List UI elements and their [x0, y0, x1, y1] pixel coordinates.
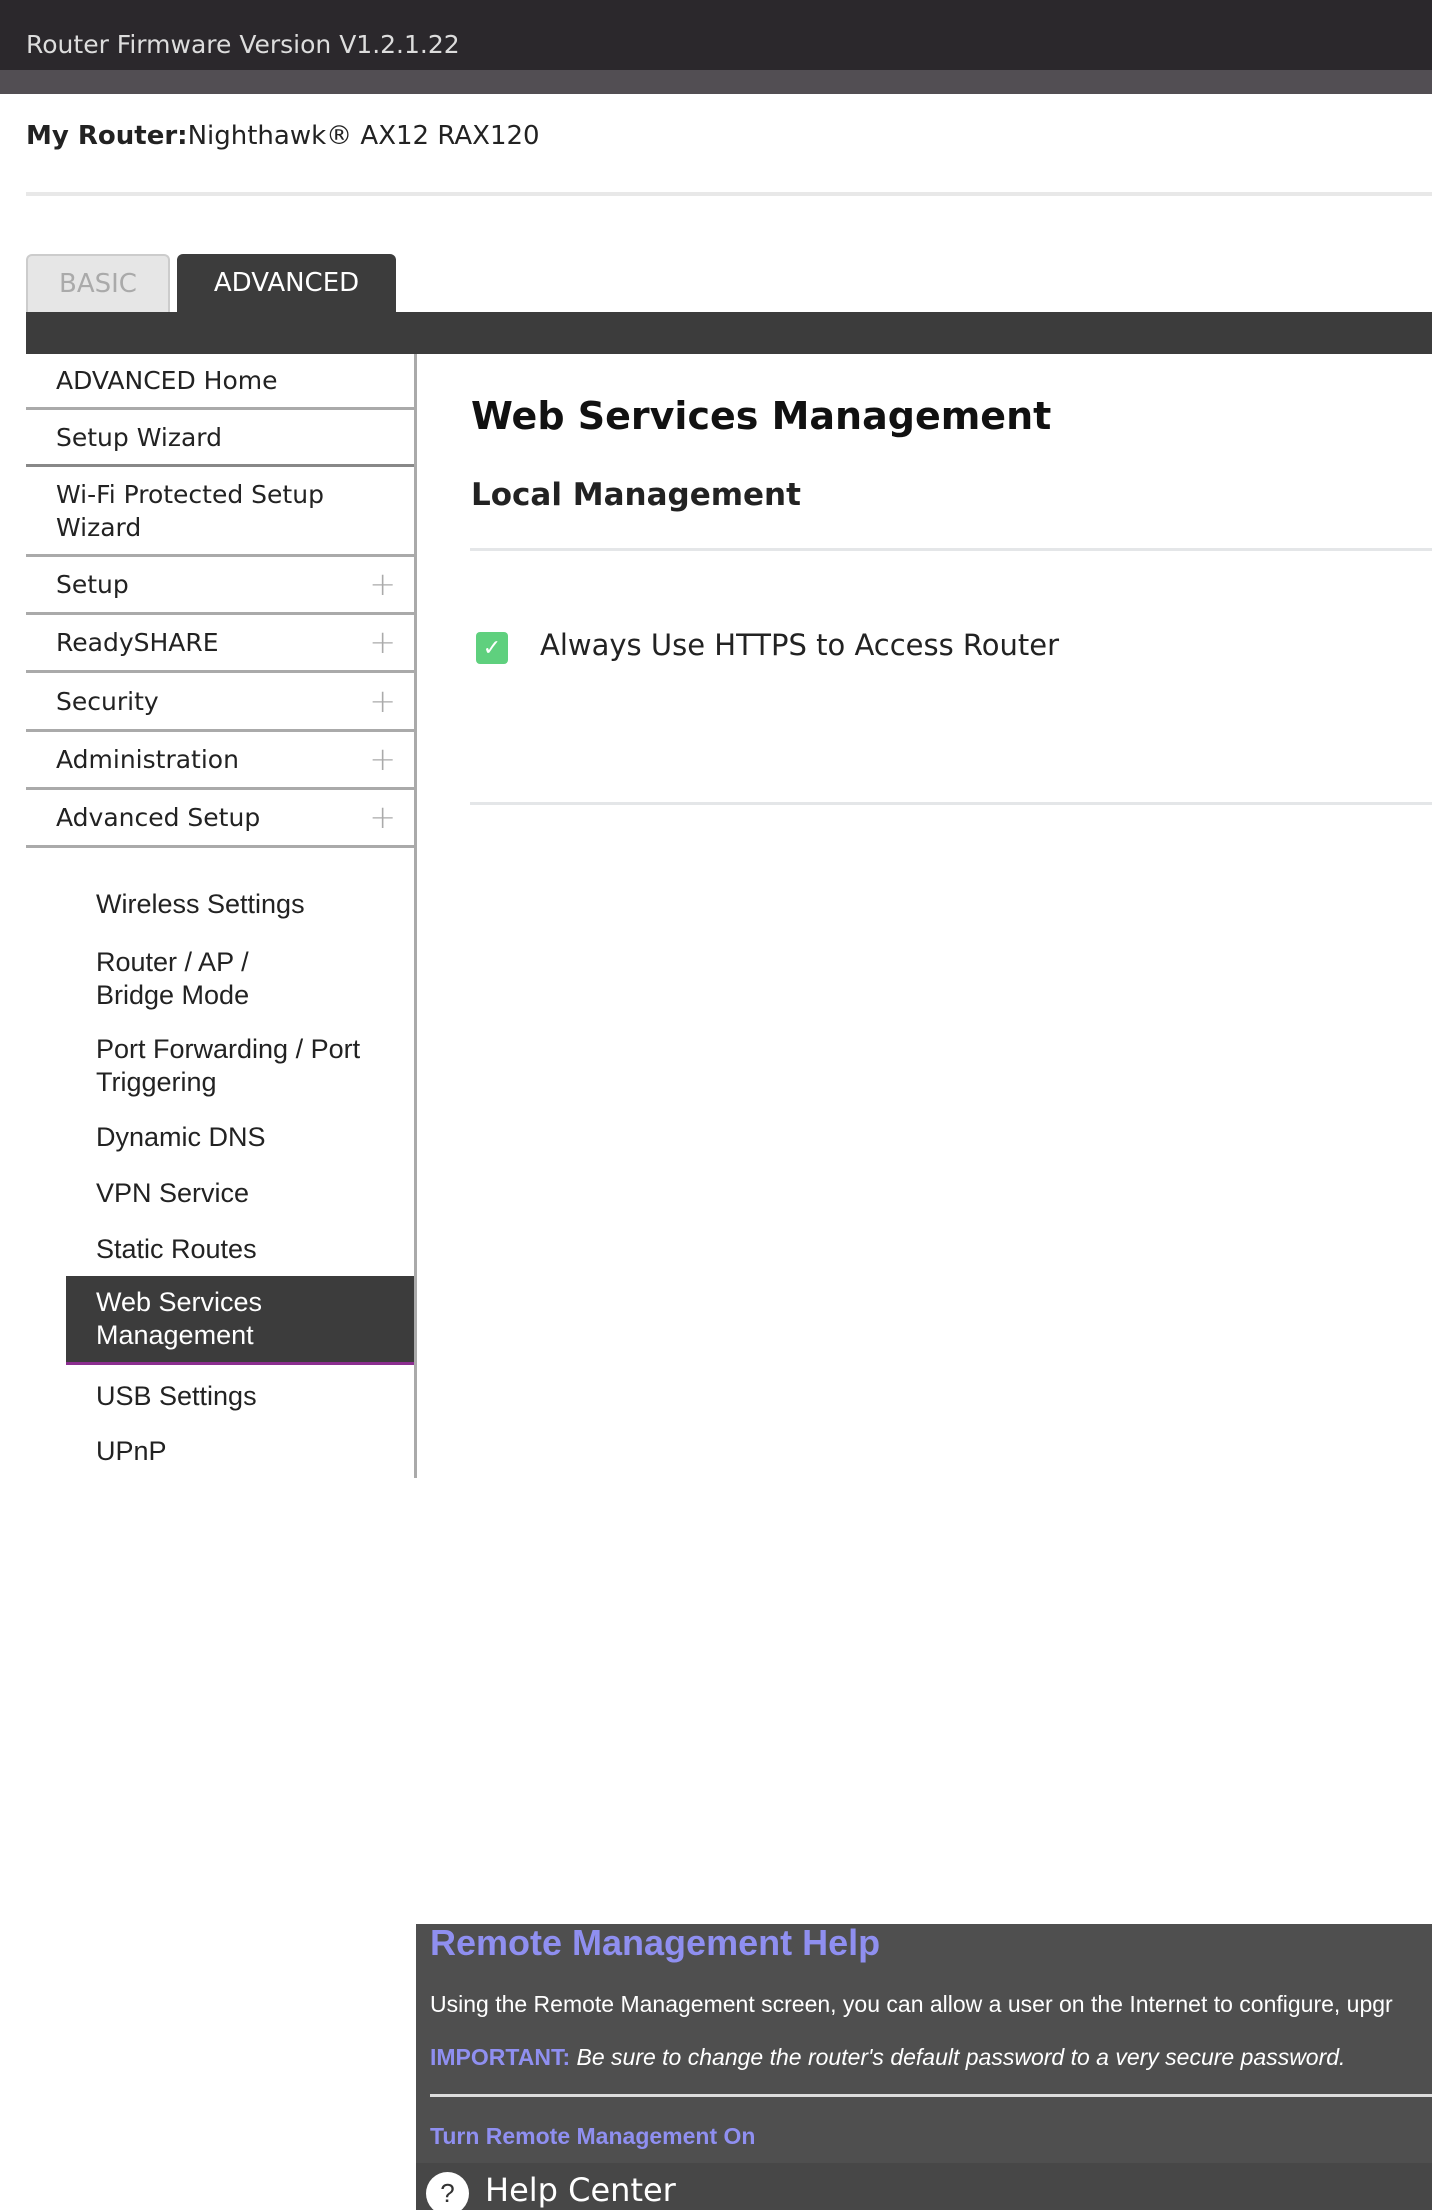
- sidebar-item-label: Advanced Setup: [56, 803, 261, 832]
- https-checkbox[interactable]: ✓: [476, 632, 508, 664]
- question-icon: ?: [426, 2172, 469, 2210]
- sidebar-item-label: Setup: [56, 570, 129, 599]
- tab-advanced[interactable]: ADVANCED: [177, 254, 396, 312]
- sidebar-item-advanced-setup[interactable]: Advanced Setup +: [26, 790, 414, 848]
- firmware-version: Router Firmware Version V1.2.1.22: [26, 30, 460, 59]
- section-title: Local Management: [471, 477, 801, 513]
- turn-remote-management-link[interactable]: Turn Remote Management On: [430, 2123, 755, 2150]
- sidebar-item-label: ADVANCED Home: [56, 366, 278, 395]
- sidebar: ADVANCED Home Setup Wizard Wi-Fi Protect…: [26, 354, 417, 1478]
- section-divider: [470, 548, 1432, 551]
- tab-bar: [26, 312, 1432, 354]
- my-router-model: Nighthawk® AX12 RAX120: [187, 121, 540, 151]
- submenu-label: Web Services Management: [96, 1287, 263, 1350]
- plus-icon[interactable]: +: [369, 626, 396, 659]
- sidebar-item-label: Wi-Fi Protected Setup Wizard: [56, 479, 324, 542]
- section-divider: [470, 802, 1432, 805]
- submenu-vpn-service[interactable]: VPN Service: [96, 1177, 249, 1210]
- submenu-usb-settings[interactable]: USB Settings: [96, 1380, 257, 1413]
- submenu-static-routes[interactable]: Static Routes: [96, 1233, 257, 1266]
- sidebar-item-label: Security: [56, 686, 159, 716]
- sidebar-item-setup[interactable]: Setup +: [26, 557, 414, 615]
- help-panel: Remote Management Help Using the Remote …: [416, 1924, 1432, 2210]
- submenu-web-services-management[interactable]: Web Services Management: [66, 1276, 414, 1365]
- submenu-wireless-settings[interactable]: Wireless Settings: [96, 888, 305, 921]
- submenu-port-forwarding[interactable]: Port Forwarding / Port Triggering: [96, 1033, 386, 1099]
- help-divider: [430, 2094, 1432, 2097]
- sidebar-item-label: Setup Wizard: [56, 422, 222, 452]
- header-strip: [0, 70, 1432, 94]
- important-label: IMPORTANT:: [430, 2044, 571, 2070]
- sidebar-item-label: Administration: [56, 745, 239, 774]
- sidebar-item-advanced-home[interactable]: ADVANCED Home: [26, 354, 414, 410]
- help-title: Remote Management Help: [430, 1924, 881, 1963]
- sidebar-item-readyshare[interactable]: ReadySHARE +: [26, 615, 414, 673]
- sidebar-item-setup-wizard[interactable]: Setup Wizard: [26, 410, 414, 467]
- plus-icon[interactable]: +: [369, 684, 396, 718]
- sidebar-item-label: ReadySHARE: [56, 628, 219, 657]
- sidebar-item-administration[interactable]: Administration +: [26, 732, 414, 790]
- important-text: Be sure to change the router's default p…: [570, 2044, 1346, 2070]
- help-center-button[interactable]: ? Help Center: [416, 2163, 1432, 2210]
- check-icon: ✓: [482, 635, 502, 661]
- help-body: Using the Remote Management screen, you …: [430, 1991, 1393, 2017]
- help-center-label: Help Center: [485, 2171, 676, 2209]
- plus-icon[interactable]: +: [369, 568, 396, 601]
- submenu-upnp[interactable]: UPnP: [96, 1435, 167, 1468]
- plus-icon[interactable]: +: [369, 743, 396, 776]
- submenu-router-ap-bridge[interactable]: Router / AP / Bridge Mode: [96, 946, 316, 1012]
- sidebar-item-wps-wizard[interactable]: Wi-Fi Protected Setup Wizard: [26, 467, 414, 557]
- my-router-label: My Router:: [26, 121, 188, 151]
- my-router: My Router:Nighthawk® AX12 RAX120: [26, 121, 540, 151]
- plus-icon[interactable]: +: [369, 801, 396, 834]
- help-important: IMPORTANT: Be sure to change the router'…: [430, 2044, 1345, 2071]
- page-title: Web Services Management: [471, 394, 1052, 438]
- submenu-dynamic-dns[interactable]: Dynamic DNS: [96, 1121, 266, 1154]
- header-divider: [26, 192, 1432, 196]
- tab-basic[interactable]: BASIC: [26, 254, 170, 312]
- https-checkbox-label[interactable]: Always Use HTTPS to Access Router: [540, 628, 1059, 662]
- sidebar-item-security[interactable]: Security +: [26, 673, 414, 732]
